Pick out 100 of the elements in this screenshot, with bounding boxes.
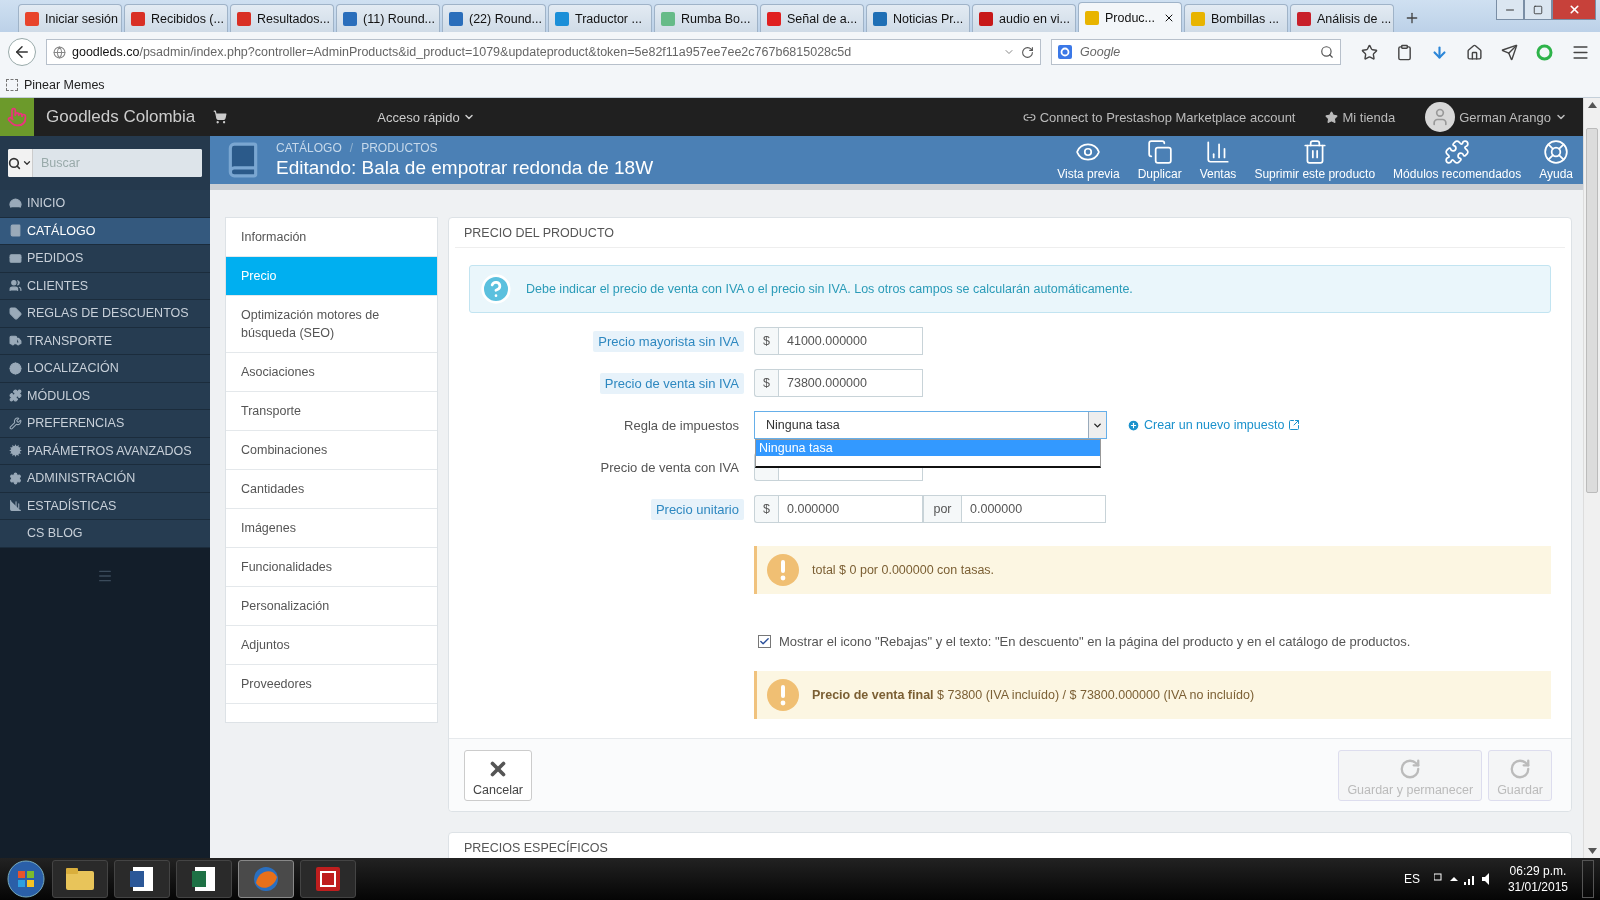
browser-tab[interactable]: Señal de a...: [760, 4, 864, 32]
search-box[interactable]: Google: [1051, 39, 1341, 65]
cancel-button[interactable]: Cancelar: [464, 750, 533, 801]
back-button[interactable]: [8, 38, 36, 66]
scrollbar[interactable]: [1583, 98, 1600, 858]
toolbar-button[interactable]: Módulos recomendados: [1391, 139, 1524, 181]
refresh-icon: [1399, 758, 1422, 780]
start-button[interactable]: [6, 859, 46, 899]
sidebar-item[interactable]: CLIENTES: [0, 272, 210, 300]
search-engine-icon: [1058, 45, 1072, 59]
sidebar-item[interactable]: INICIO: [0, 190, 210, 218]
panel-heading: PRECIO DEL PRODUCTO: [455, 218, 1565, 248]
sidebar-item[interactable]: PREFERENCIAS: [0, 410, 210, 438]
taskbar-app[interactable]: [300, 860, 356, 898]
star-icon: [1325, 110, 1339, 124]
checkbox[interactable]: [758, 635, 771, 648]
browser-tab[interactable]: Rumba Bo...: [654, 4, 758, 32]
toolbar-button[interactable]: Suprimir este producto: [1252, 139, 1378, 181]
browser-tab[interactable]: Bombillas ...: [1184, 4, 1288, 32]
browser-tab[interactable]: (11) Round...: [336, 4, 440, 32]
close-button[interactable]: [1552, 0, 1596, 20]
search-icon: [1320, 45, 1334, 59]
browser-tab[interactable]: Recibidos (...: [124, 4, 228, 32]
star-icon[interactable]: [1361, 43, 1378, 61]
reload-icon[interactable]: [1021, 45, 1034, 59]
spreadsheet-icon: [191, 866, 217, 892]
on-sale-checkbox-label[interactable]: Mostrar el icono "Rebajas" y el texto: "En descuento" en la página del producto y en el catálogo de productos.: [758, 634, 1551, 649]
price-field[interactable]: 73800.000000: [778, 369, 923, 397]
toolbar-button[interactable]: Duplicar: [1135, 139, 1184, 181]
minimize-button[interactable]: [1496, 0, 1524, 20]
clock: 06:29 p.m. 31/01/2015: [1507, 863, 1568, 895]
quick-access-menu[interactable]: Acceso rápido: [377, 109, 475, 125]
document-icon: [129, 866, 155, 892]
currency-addon: $: [754, 369, 778, 397]
sidebar-item[interactable]: CS BLOG: [0, 520, 210, 548]
browser-tab[interactable]: Resultados...: [230, 4, 334, 32]
show-desktop-button[interactable]: [1582, 860, 1594, 898]
marketplace-link[interactable]: Connect to Prestashop Marketplace account: [1022, 109, 1296, 125]
scroll-up-icon[interactable]: [1587, 102, 1597, 108]
new-tab-icon[interactable]: [1404, 10, 1420, 26]
sidebar-item[interactable]: ADMINISTRACIÓN: [0, 465, 210, 493]
favicon-icon: [237, 11, 251, 26]
price-field[interactable]: 41000.000000: [778, 327, 923, 355]
favicon-icon: [979, 11, 993, 26]
sidebar-item[interactable]: PARÁMETROS AVANZADOS: [0, 437, 210, 465]
caret-icon: [22, 158, 32, 168]
unit-note-text: total $ 0 por 0.000000 con tasas.: [812, 563, 995, 577]
taskbar-app[interactable]: [52, 860, 108, 898]
new-tax-link[interactable]: Crear un nuevo impuesto: [1127, 418, 1301, 432]
browser-tab[interactable]: Produc...: [1078, 2, 1182, 32]
sidebar-item[interactable]: REGLAS DE DESCUENTOS: [0, 300, 210, 328]
field-label: Precio de venta con IVA: [599, 458, 740, 477]
search-icon: [8, 156, 21, 170]
cart-icon[interactable]: [213, 110, 228, 124]
browser-tab[interactable]: Traductor ...: [548, 4, 652, 32]
sidebar-item[interactable]: CATÁLOGO: [0, 217, 210, 245]
restore-button[interactable]: [1524, 0, 1552, 20]
toolbar-button[interactable]: Ventas: [1197, 139, 1239, 181]
browser-tab[interactable]: (22) Round...: [442, 4, 546, 32]
download-icon[interactable]: [1431, 43, 1448, 61]
per-addon: por: [923, 495, 961, 523]
sidebar-item[interactable]: PEDIDOS: [0, 245, 210, 273]
unit-field[interactable]: 0.000000: [961, 495, 1106, 523]
sidebar-item[interactable]: TRANSPORTE: [0, 327, 210, 355]
taskbar-app[interactable]: [114, 860, 170, 898]
sidebar-item[interactable]: MÓDULOS: [0, 382, 210, 410]
user-menu[interactable]: German Arango: [1425, 102, 1567, 132]
clipboard-icon[interactable]: [1396, 43, 1413, 61]
exclamation-icon: [767, 554, 799, 586]
taskbar-app[interactable]: [176, 860, 232, 898]
home-icon[interactable]: [1466, 43, 1483, 61]
field-label: Precio de venta sin IVA: [599, 372, 744, 394]
favicon-icon: [1191, 11, 1205, 26]
browser-tab[interactable]: Noticias Pr...: [866, 4, 970, 32]
field-label: Precio unitario: [650, 498, 744, 520]
ring-icon[interactable]: [1536, 43, 1553, 61]
my-shop-link[interactable]: Mi tienda: [1325, 109, 1396, 125]
help-icon: [480, 273, 512, 305]
browser-tab[interactable]: audio en vi...: [972, 4, 1076, 32]
sidebar-item[interactable]: ESTADÍSTICAS: [0, 492, 210, 520]
browser-tab[interactable]: Análisis de ...: [1290, 4, 1394, 32]
search-input[interactable]: Google: [1078, 44, 1314, 60]
scroll-down-icon[interactable]: [1587, 848, 1597, 854]
toolbar-button[interactable]: Ayuda: [1537, 139, 1575, 181]
favicon-icon: [555, 11, 569, 26]
address-bar[interactable]: goodleds.co/psadmin/index.php?controller=AdminProducts&id_product=1079&updateproduct&token=5e82f11a957ee7ee2c767b6815028c5d: [46, 39, 1041, 65]
folder-icon: [6, 78, 18, 91]
toolbar-button[interactable]: Vista previa: [1055, 139, 1122, 181]
language-indicator[interactable]: ES: [1403, 872, 1420, 886]
ftp-app-icon: [314, 865, 342, 893]
scroll-thumb[interactable]: [1586, 128, 1598, 493]
browser-tab[interactable]: Iniciar sesión: [18, 4, 122, 32]
bookmark[interactable]: Pinear Memes: [6, 77, 105, 92]
sidebar-item[interactable]: LOCALIZACIÓN: [0, 355, 210, 383]
send-icon[interactable]: [1501, 43, 1518, 61]
hand-icon: [7, 107, 27, 127]
search-options-button[interactable]: [8, 149, 33, 177]
tax-rule-select[interactable]: Ninguna tasa: [754, 411, 1107, 439]
unit-price-field[interactable]: 0.000000: [778, 495, 923, 523]
puzzle-icon: [1444, 139, 1471, 165]
